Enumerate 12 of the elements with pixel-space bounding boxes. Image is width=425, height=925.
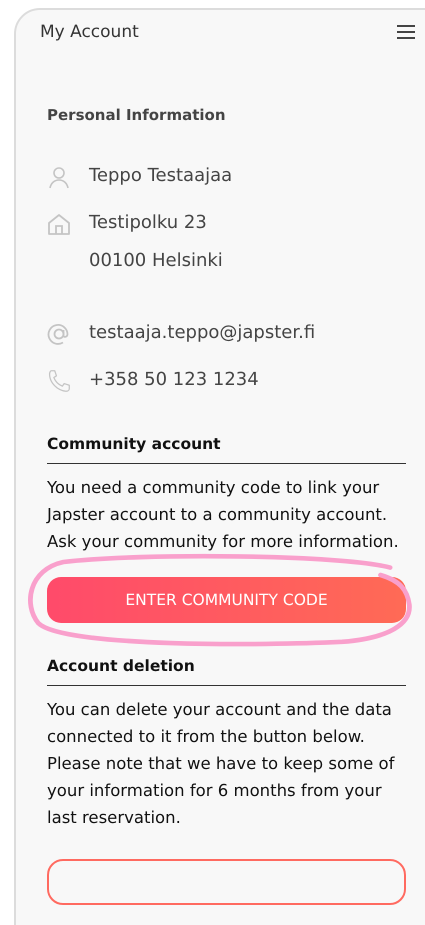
info-text: +358 50 123 1234 [89, 368, 259, 392]
info-text: testaaja.teppo@japster.fi [89, 321, 316, 345]
info-text: 00100 Helsinki [89, 249, 223, 273]
section-heading: Community account [47, 435, 406, 464]
description-text: You need a community code to link your Japster account to a community account. Ask your community for more information. [47, 477, 399, 553]
section-heading: Personal Information [47, 106, 226, 124]
enter-code-button[interactable]: ENTER COMMUNITY CODE [47, 577, 406, 623]
info-text: Testipolku 23 [89, 211, 208, 235]
info-text: Teppo Testaajaa [89, 164, 232, 188]
section-heading: Account deletion [47, 657, 406, 686]
page-title: My Account [40, 22, 139, 42]
description-text: You can delete your account and the data connected to it from the button below. Please note that we have to keep some of your information for 6 months from your last reservation. [47, 699, 396, 829]
